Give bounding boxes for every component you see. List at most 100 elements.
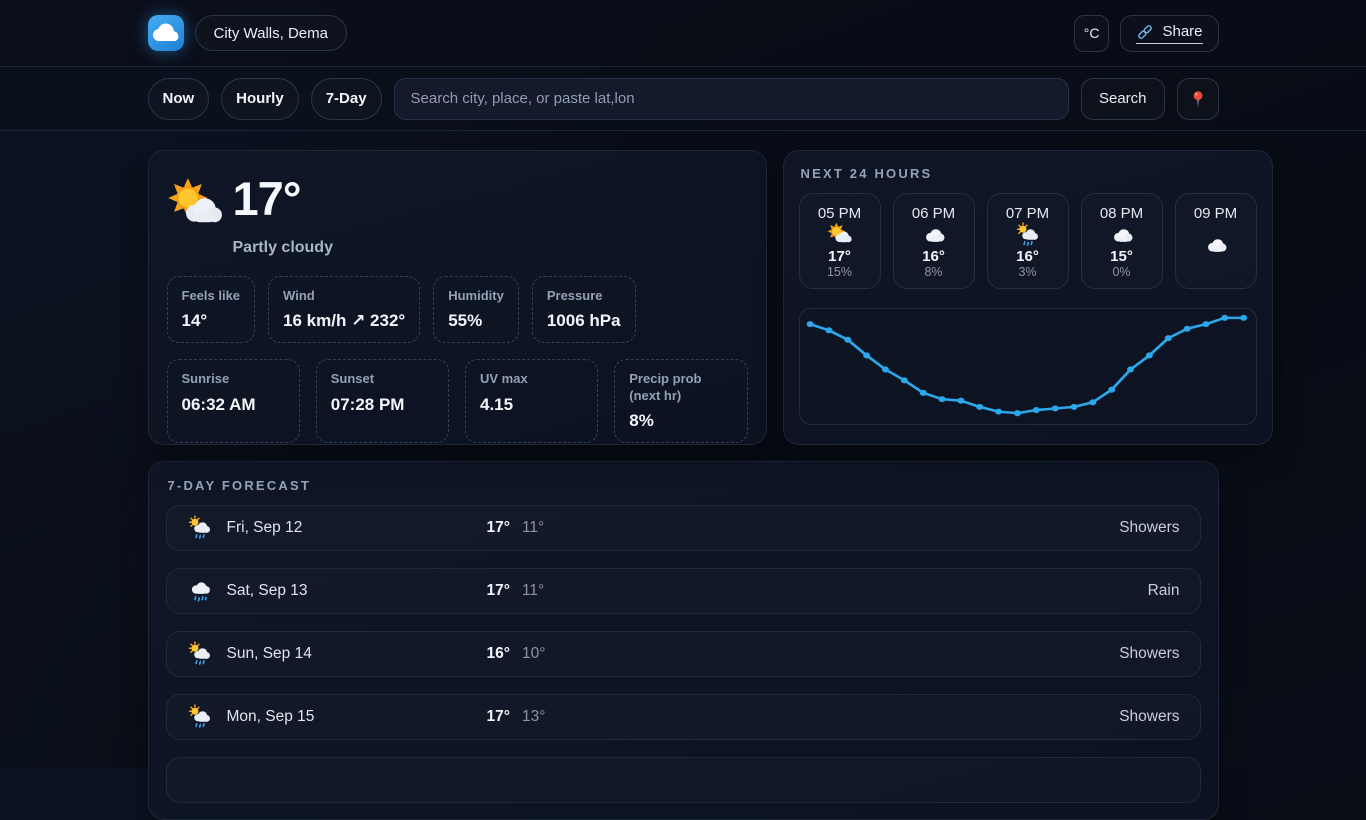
cloud-app-icon: [148, 15, 184, 51]
stat-value: 1006 hPa: [547, 311, 621, 331]
hour-chip: 08 PM 15° 0%: [1081, 193, 1163, 289]
search-button[interactable]: Search: [1081, 78, 1165, 120]
round-pushpin-icon: [1188, 89, 1208, 109]
cloudy-icon: [1109, 222, 1135, 248]
stat-label: Sunset: [331, 371, 434, 387]
day-summary: Showers: [1119, 708, 1179, 726]
next-24-hours-card: NEXT 24 HOURS 05 PM 17° 15% 06 PM 16° 8%…: [783, 150, 1273, 445]
location-label: City Walls, Dema: [214, 25, 328, 42]
stat-wind: Wind 16 km/h ↗ 232°: [268, 276, 420, 343]
hour-chip: 07 PM 16° 3%: [987, 193, 1069, 289]
stat-value: 16 km/h ↗ 232°: [283, 311, 405, 331]
stat-humidity: Humidity 55%: [433, 276, 519, 343]
day-low-temp: 11°: [522, 519, 544, 537]
table-row[interactable]: Mon, Sep 15 17° 13° Showers: [166, 694, 1201, 740]
brand: City Walls, Dema: [148, 15, 347, 51]
showers-icon: [187, 641, 213, 667]
partly-cloudy-icon: [827, 222, 853, 248]
top-bar: City Walls, Dema °C Share: [0, 0, 1366, 67]
hour-chip: 05 PM 17° 15%: [799, 193, 881, 289]
hour-chip: 06 PM 16° 8%: [893, 193, 975, 289]
table-row[interactable]: Sun, Sep 14 16° 10° Showers: [166, 631, 1201, 677]
stat-value: 55%: [448, 311, 504, 331]
current-temperature: 17°: [233, 175, 301, 223]
hour-temp: 16°: [1016, 248, 1039, 265]
hour-time: 07 PM: [1006, 205, 1049, 222]
day-low-temp: 13°: [522, 708, 545, 726]
hour-precip-prob: 8%: [924, 265, 942, 279]
current-condition-text: Partly cloudy: [233, 239, 748, 257]
hourly-strip[interactable]: 05 PM 17° 15% 06 PM 16° 8% 07 PM 16° 3%: [799, 193, 1257, 289]
unit-toggle-button[interactable]: °C: [1074, 15, 1110, 52]
hour-time: 09 PM: [1194, 205, 1237, 222]
stat-value: 07:28 PM: [331, 395, 434, 415]
cloudy-icon: [921, 222, 947, 248]
day-summary: Showers: [1119, 519, 1179, 537]
day-summary: Rain: [1148, 582, 1180, 600]
hour-precip-prob: 0%: [1112, 265, 1130, 279]
stat-value: 06:32 AM: [182, 395, 285, 415]
day-high-temp: 17°: [487, 708, 510, 726]
app-logo[interactable]: [148, 15, 184, 51]
hour-temp: 16°: [922, 248, 945, 265]
rain-icon: [187, 578, 213, 604]
showers-icon: [1015, 222, 1041, 248]
stat-label: UV max: [480, 371, 583, 387]
hour-chip: 09 PM: [1175, 193, 1257, 289]
link-icon: [1136, 23, 1154, 41]
share-button[interactable]: Share: [1120, 15, 1218, 52]
showers-icon: [187, 515, 213, 541]
hour-precip-prob: 15%: [827, 265, 852, 279]
day-date: Sat, Sep 13: [227, 582, 308, 600]
day-date: Mon, Sep 15: [227, 708, 315, 726]
hour-time: 06 PM: [912, 205, 955, 222]
section-title: 7-DAY FORECAST: [168, 478, 1201, 493]
hour-temp: 15°: [1110, 248, 1133, 265]
stat-label: Feels like: [182, 288, 241, 304]
stat-pressure: Pressure 1006 hPa: [532, 276, 636, 343]
day-high-temp: 17°: [487, 582, 510, 600]
day-date: Sun, Sep 14: [227, 645, 312, 663]
nav-bar: Now Hourly 7-Day Search: [0, 67, 1366, 131]
stat-value: 14°: [182, 311, 241, 331]
stat-label: Wind: [283, 288, 405, 304]
partly-cloudy-icon: [167, 177, 225, 235]
cloudy-icon: [1203, 232, 1229, 258]
hour-time: 08 PM: [1100, 205, 1143, 222]
stat-label: Sunrise: [182, 371, 285, 387]
day-high-temp: 17°: [487, 519, 510, 537]
day-low-temp: 11°: [522, 582, 544, 600]
tab-7-day[interactable]: 7-Day: [311, 78, 382, 120]
hour-temp: 17°: [828, 248, 851, 265]
day-date: Fri, Sep 12: [227, 519, 303, 537]
day-summary: Showers: [1119, 645, 1179, 663]
location-pill[interactable]: City Walls, Dema: [195, 15, 347, 51]
stat-sunset: Sunset 07:28 PM: [316, 359, 449, 443]
tab-hourly[interactable]: Hourly: [221, 78, 299, 120]
stat-value: 4.15: [480, 395, 583, 415]
table-row[interactable]: Fri, Sep 12 17° 11° Showers: [166, 505, 1201, 551]
table-row[interactable]: Sat, Sep 13 17° 11° Rain: [166, 568, 1201, 614]
hour-time: 05 PM: [818, 205, 861, 222]
stat-label: Precip prob (next hr): [629, 371, 732, 404]
showers-icon: [187, 704, 213, 730]
forecast-list: Fri, Sep 12 17° 11° Showers Sat, Sep 13 …: [166, 505, 1201, 803]
table-row-partial[interactable]: [166, 757, 1201, 803]
stat-value: 8%: [629, 411, 732, 431]
stats-row: Sunrise 06:32 AM Sunset 07:28 PM UV max …: [167, 359, 748, 443]
share-label: Share: [1162, 23, 1202, 40]
stat-label: Humidity: [448, 288, 504, 304]
app-header: City Walls, Dema °C Share Now Hourly 7-D…: [0, 0, 1366, 131]
locate-button[interactable]: [1177, 78, 1219, 120]
day-high-temp: 16°: [487, 645, 510, 663]
day-low-temp: 10°: [522, 645, 545, 663]
tab-now[interactable]: Now: [148, 78, 210, 120]
current-conditions-card: 17° Partly cloudy Feels like 14° Wind 16…: [148, 150, 767, 445]
stat-feels-like: Feels like 14°: [167, 276, 256, 343]
temperature-sparkline: [800, 309, 1256, 424]
stat-label: Pressure: [547, 288, 621, 304]
search-input[interactable]: [394, 78, 1069, 120]
topbar-actions: °C Share: [1074, 15, 1219, 52]
main-content: 17° Partly cloudy Feels like 14° Wind 16…: [148, 131, 1219, 820]
temperature-chart: [799, 308, 1257, 425]
